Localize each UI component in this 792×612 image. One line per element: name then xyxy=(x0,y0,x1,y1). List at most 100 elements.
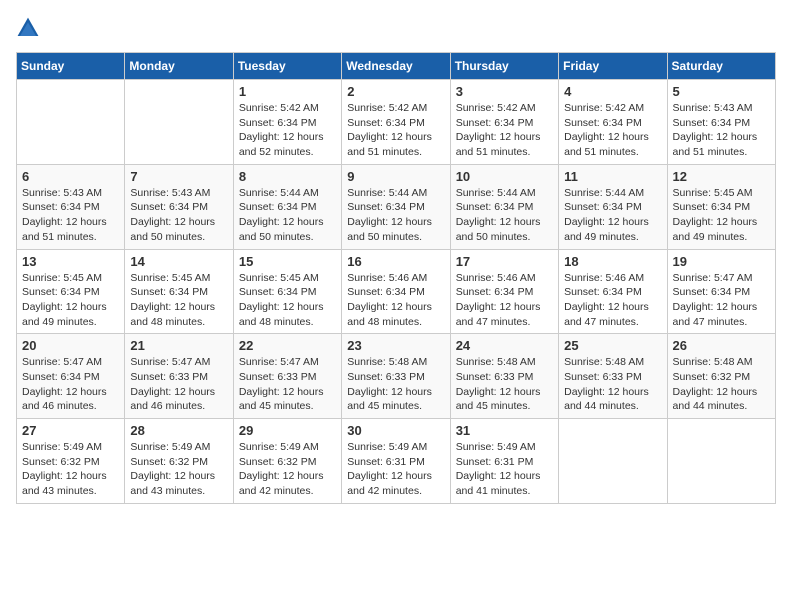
cell-daylight: Daylight: 12 hours and 42 minutes. xyxy=(239,470,324,497)
cell-sunrise: Sunrise: 5:44 AM xyxy=(347,187,427,199)
calendar-cell: 4 Sunrise: 5:42 AM Sunset: 6:34 PM Dayli… xyxy=(559,80,667,165)
cell-sunset: Sunset: 6:34 PM xyxy=(347,286,425,298)
calendar-header-row: SundayMondayTuesdayWednesdayThursdayFrid… xyxy=(17,53,776,80)
page-header xyxy=(16,16,776,40)
calendar-cell: 27 Sunrise: 5:49 AM Sunset: 6:32 PM Dayl… xyxy=(17,419,125,504)
cell-daylight: Daylight: 12 hours and 51 minutes. xyxy=(564,131,649,158)
calendar-cell: 18 Sunrise: 5:46 AM Sunset: 6:34 PM Dayl… xyxy=(559,249,667,334)
cell-daylight: Daylight: 12 hours and 50 minutes. xyxy=(130,216,215,243)
cell-sunset: Sunset: 6:34 PM xyxy=(22,201,100,213)
cell-sunset: Sunset: 6:33 PM xyxy=(456,371,534,383)
cell-daylight: Daylight: 12 hours and 45 minutes. xyxy=(239,386,324,413)
calendar-cell: 13 Sunrise: 5:45 AM Sunset: 6:34 PM Dayl… xyxy=(17,249,125,334)
day-number: 5 xyxy=(673,84,770,99)
calendar-cell xyxy=(667,419,775,504)
calendar-cell: 8 Sunrise: 5:44 AM Sunset: 6:34 PM Dayli… xyxy=(233,164,341,249)
calendar-table: SundayMondayTuesdayWednesdayThursdayFrid… xyxy=(16,52,776,504)
cell-sunset: Sunset: 6:34 PM xyxy=(239,286,317,298)
cell-sunrise: Sunrise: 5:45 AM xyxy=(22,272,102,284)
cell-daylight: Daylight: 12 hours and 46 minutes. xyxy=(22,386,107,413)
day-number: 25 xyxy=(564,338,661,353)
cell-sunrise: Sunrise: 5:47 AM xyxy=(673,272,753,284)
cell-sunset: Sunset: 6:34 PM xyxy=(130,201,208,213)
cell-daylight: Daylight: 12 hours and 44 minutes. xyxy=(673,386,758,413)
calendar-cell: 29 Sunrise: 5:49 AM Sunset: 6:32 PM Dayl… xyxy=(233,419,341,504)
calendar-cell: 7 Sunrise: 5:43 AM Sunset: 6:34 PM Dayli… xyxy=(125,164,233,249)
day-number: 12 xyxy=(673,169,770,184)
cell-sunrise: Sunrise: 5:47 AM xyxy=(239,356,319,368)
day-number: 6 xyxy=(22,169,119,184)
cell-daylight: Daylight: 12 hours and 49 minutes. xyxy=(673,216,758,243)
cell-sunset: Sunset: 6:33 PM xyxy=(564,371,642,383)
day-number: 19 xyxy=(673,254,770,269)
cell-sunrise: Sunrise: 5:49 AM xyxy=(239,441,319,453)
day-number: 27 xyxy=(22,423,119,438)
cell-sunset: Sunset: 6:34 PM xyxy=(673,117,751,129)
cell-sunset: Sunset: 6:33 PM xyxy=(130,371,208,383)
day-number: 24 xyxy=(456,338,553,353)
cell-sunset: Sunset: 6:33 PM xyxy=(239,371,317,383)
cell-daylight: Daylight: 12 hours and 45 minutes. xyxy=(456,386,541,413)
day-number: 7 xyxy=(130,169,227,184)
cell-sunset: Sunset: 6:34 PM xyxy=(347,201,425,213)
day-number: 18 xyxy=(564,254,661,269)
cell-sunset: Sunset: 6:34 PM xyxy=(347,117,425,129)
day-number: 10 xyxy=(456,169,553,184)
calendar-cell: 15 Sunrise: 5:45 AM Sunset: 6:34 PM Dayl… xyxy=(233,249,341,334)
cell-sunset: Sunset: 6:34 PM xyxy=(564,201,642,213)
cell-daylight: Daylight: 12 hours and 50 minutes. xyxy=(239,216,324,243)
cell-sunset: Sunset: 6:34 PM xyxy=(456,201,534,213)
day-number: 29 xyxy=(239,423,336,438)
day-number: 21 xyxy=(130,338,227,353)
cell-daylight: Daylight: 12 hours and 46 minutes. xyxy=(130,386,215,413)
column-header-sunday: Sunday xyxy=(17,53,125,80)
day-number: 26 xyxy=(673,338,770,353)
calendar-cell: 23 Sunrise: 5:48 AM Sunset: 6:33 PM Dayl… xyxy=(342,334,450,419)
cell-sunset: Sunset: 6:32 PM xyxy=(22,456,100,468)
cell-sunrise: Sunrise: 5:49 AM xyxy=(456,441,536,453)
day-number: 3 xyxy=(456,84,553,99)
cell-sunset: Sunset: 6:34 PM xyxy=(564,286,642,298)
cell-daylight: Daylight: 12 hours and 51 minutes. xyxy=(673,131,758,158)
calendar-cell: 31 Sunrise: 5:49 AM Sunset: 6:31 PM Dayl… xyxy=(450,419,558,504)
calendar-cell: 22 Sunrise: 5:47 AM Sunset: 6:33 PM Dayl… xyxy=(233,334,341,419)
cell-sunrise: Sunrise: 5:46 AM xyxy=(456,272,536,284)
column-header-friday: Friday xyxy=(559,53,667,80)
cell-daylight: Daylight: 12 hours and 47 minutes. xyxy=(564,301,649,328)
calendar-cell: 30 Sunrise: 5:49 AM Sunset: 6:31 PM Dayl… xyxy=(342,419,450,504)
day-number: 4 xyxy=(564,84,661,99)
cell-daylight: Daylight: 12 hours and 47 minutes. xyxy=(456,301,541,328)
cell-daylight: Daylight: 12 hours and 51 minutes. xyxy=(456,131,541,158)
cell-sunrise: Sunrise: 5:45 AM xyxy=(130,272,210,284)
day-number: 17 xyxy=(456,254,553,269)
column-header-saturday: Saturday xyxy=(667,53,775,80)
cell-sunrise: Sunrise: 5:46 AM xyxy=(564,272,644,284)
calendar-cell: 9 Sunrise: 5:44 AM Sunset: 6:34 PM Dayli… xyxy=(342,164,450,249)
cell-sunrise: Sunrise: 5:43 AM xyxy=(22,187,102,199)
cell-sunset: Sunset: 6:32 PM xyxy=(130,456,208,468)
calendar-cell: 24 Sunrise: 5:48 AM Sunset: 6:33 PM Dayl… xyxy=(450,334,558,419)
cell-sunrise: Sunrise: 5:42 AM xyxy=(239,102,319,114)
calendar-cell: 3 Sunrise: 5:42 AM Sunset: 6:34 PM Dayli… xyxy=(450,80,558,165)
calendar-week-row: 27 Sunrise: 5:49 AM Sunset: 6:32 PM Dayl… xyxy=(17,419,776,504)
day-number: 28 xyxy=(130,423,227,438)
cell-sunset: Sunset: 6:33 PM xyxy=(347,371,425,383)
day-number: 1 xyxy=(239,84,336,99)
calendar-cell: 17 Sunrise: 5:46 AM Sunset: 6:34 PM Dayl… xyxy=(450,249,558,334)
cell-daylight: Daylight: 12 hours and 52 minutes. xyxy=(239,131,324,158)
cell-sunrise: Sunrise: 5:48 AM xyxy=(673,356,753,368)
cell-sunrise: Sunrise: 5:48 AM xyxy=(456,356,536,368)
day-number: 22 xyxy=(239,338,336,353)
day-number: 2 xyxy=(347,84,444,99)
cell-daylight: Daylight: 12 hours and 42 minutes. xyxy=(347,470,432,497)
cell-sunrise: Sunrise: 5:49 AM xyxy=(22,441,102,453)
calendar-cell: 12 Sunrise: 5:45 AM Sunset: 6:34 PM Dayl… xyxy=(667,164,775,249)
day-number: 9 xyxy=(347,169,444,184)
cell-sunset: Sunset: 6:34 PM xyxy=(673,201,751,213)
cell-sunrise: Sunrise: 5:43 AM xyxy=(130,187,210,199)
calendar-cell: 26 Sunrise: 5:48 AM Sunset: 6:32 PM Dayl… xyxy=(667,334,775,419)
calendar-cell xyxy=(559,419,667,504)
calendar-week-row: 1 Sunrise: 5:42 AM Sunset: 6:34 PM Dayli… xyxy=(17,80,776,165)
calendar-cell: 21 Sunrise: 5:47 AM Sunset: 6:33 PM Dayl… xyxy=(125,334,233,419)
cell-sunrise: Sunrise: 5:42 AM xyxy=(564,102,644,114)
